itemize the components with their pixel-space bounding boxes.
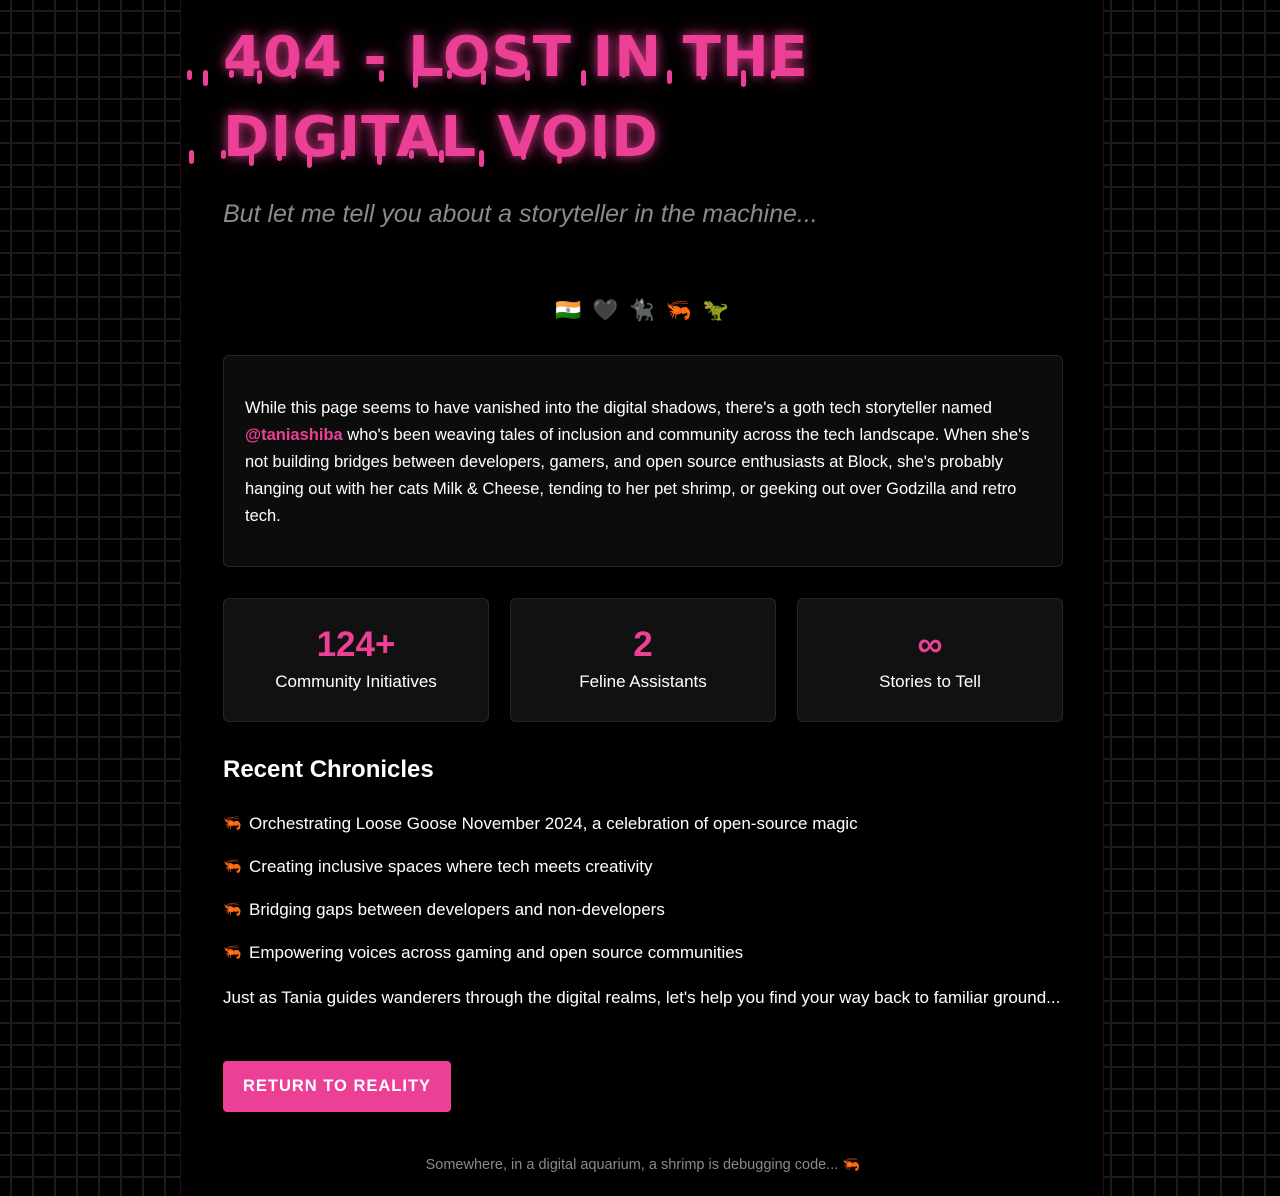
- stat-value: 2: [633, 625, 653, 664]
- mention-link[interactable]: @taniashiba: [245, 426, 343, 444]
- shrimp-icon: 🦐: [223, 815, 242, 832]
- stat-value: ∞: [917, 625, 943, 664]
- title-drips-2: [189, 150, 606, 168]
- stat-card-initiatives: 124+ Community Initiatives: [223, 598, 489, 722]
- list-item: 🦐 Empowering voices across gaming and op…: [223, 942, 1063, 985]
- footer-text: Somewhere, in a digital aquarium, a shri…: [425, 1157, 861, 1173]
- stat-card-stories: ∞ Stories to Tell: [797, 598, 1063, 722]
- shrimp-icon: 🦐: [223, 858, 242, 875]
- bio-card: While this page seems to have vanished i…: [223, 355, 1063, 567]
- closing-text: Just as Tania guides wanderers through t…: [223, 988, 1061, 1007]
- list-item-text: Creating inclusive spaces where tech mee…: [249, 857, 653, 876]
- subtitle: But let me tell you about a storyteller …: [223, 200, 818, 228]
- stat-label: Community Initiatives: [275, 672, 437, 691]
- list-item: 🦐 Bridging gaps between developers and n…: [223, 899, 1063, 942]
- list-item-text: Bridging gaps between developers and non…: [249, 900, 665, 919]
- return-to-reality-button[interactable]: RETURN TO REALITY: [223, 1061, 451, 1112]
- shrimp-icon: 🦐: [223, 901, 242, 918]
- title-drips-1: [187, 70, 776, 88]
- stat-label: Feline Assistants: [579, 672, 707, 691]
- bio-text-before: While this page seems to have vanished i…: [245, 399, 992, 417]
- list-item-text: Empowering voices across gaming and open…: [249, 943, 744, 962]
- page-container: 404 - LOST IN THE DIGITAL VOID But let m…: [180, 0, 1104, 1196]
- shrimp-icon: 🦐: [223, 944, 242, 961]
- bio-text-after: who's been weaving tales of inclusion an…: [245, 426, 1030, 525]
- stat-value: 124+: [316, 625, 396, 664]
- stat-card-felines: 2 Feline Assistants: [510, 598, 776, 722]
- list-item-text: Orchestrating Loose Goose November 2024,…: [249, 814, 858, 833]
- section-heading: Recent Chronicles: [223, 756, 434, 783]
- list-item: 🦐 Orchestrating Loose Goose November 202…: [223, 813, 1063, 856]
- stat-label: Stories to Tell: [879, 672, 981, 691]
- list-item: 🦐 Creating inclusive spaces where tech m…: [223, 856, 1063, 899]
- chronicles-list: 🦐 Orchestrating Loose Goose November 202…: [223, 813, 1063, 985]
- stats-row: 124+ Community Initiatives 2 Feline Assi…: [223, 598, 1063, 722]
- emoji-row: 🇮🇳 🖤 🐈‍⬛ 🦐 🦖: [555, 298, 731, 322]
